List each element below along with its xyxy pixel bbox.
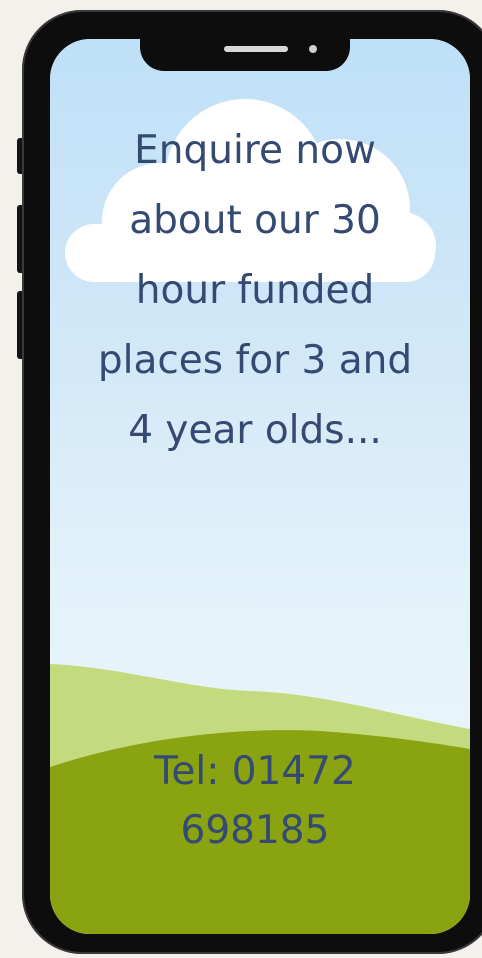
promo-headline: Enquire now about our 30 hour funded pla… bbox=[97, 128, 413, 453]
camera-dot-icon bbox=[309, 45, 317, 53]
contact-phone: Tel: 01472 698185 bbox=[154, 749, 356, 853]
speaker-slot-icon bbox=[224, 46, 288, 52]
phone-mockup-graphic: Enquire now about our 30 hour funded pla… bbox=[0, 0, 482, 958]
